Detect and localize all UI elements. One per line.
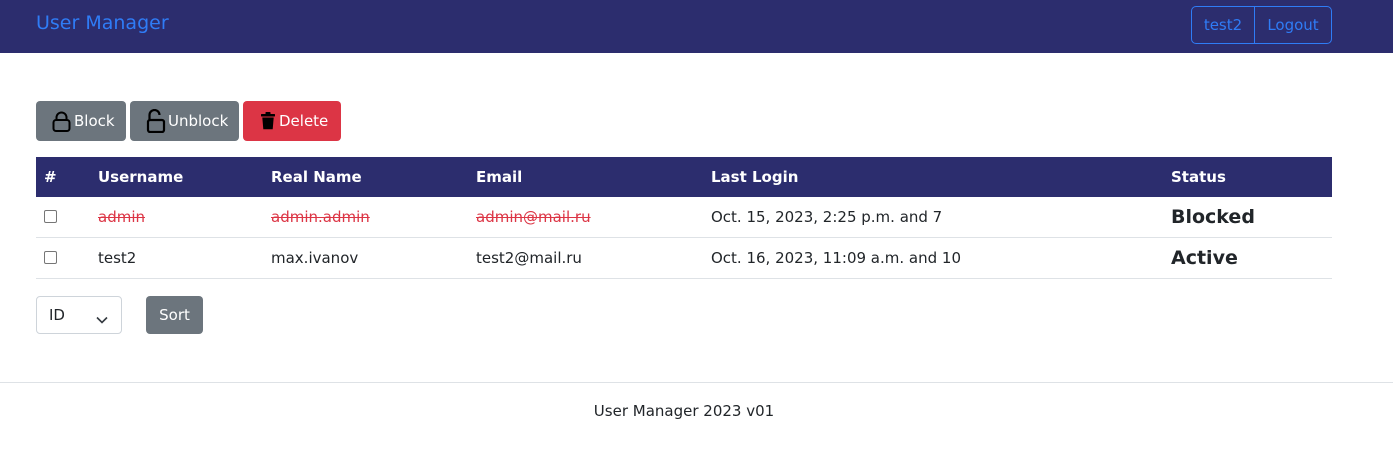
footer-divider [0,382,1393,383]
current-user-button[interactable]: test2 [1192,7,1255,43]
status-cell: Active [1171,247,1238,269]
trash-icon [260,112,279,130]
table-header: # Username Real Name Email Last Login St… [36,157,1332,197]
unlock-icon [146,109,168,133]
username-cell: test2 [98,249,137,267]
username-cell: admin [98,208,145,226]
email-cell: admin@mail.ru [476,208,591,226]
header-real-name: Real Name [271,168,362,186]
status-cell: Blocked [1171,206,1255,228]
header-last-login: Last Login [711,168,799,186]
unblock-button[interactable]: Unblock [130,101,239,141]
brand-link[interactable]: User Manager [36,12,169,34]
sort-selected-value: ID [49,306,65,324]
header-email: Email [476,168,523,186]
block-button[interactable]: Block [36,101,126,141]
block-label: Block [74,112,115,130]
real-name-cell: max.ivanov [271,249,359,267]
sort-button[interactable]: Sort [146,296,203,334]
last-login-cell: Oct. 16, 2023, 11:09 a.m. and 10 [711,249,961,267]
delete-button[interactable]: Delete [243,101,341,141]
user-button-group: test2 Logout [1191,6,1332,44]
lock-icon [52,111,74,132]
header-username: Username [98,168,184,186]
row-checkbox[interactable] [44,250,57,264]
header-status: Status [1171,168,1226,186]
sort-field-select[interactable]: ID [36,296,122,334]
real-name-cell: admin.admin [271,208,370,226]
delete-label: Delete [279,112,329,130]
email-cell: test2@mail.ru [476,249,582,267]
header-num: # [44,168,57,186]
last-login-cell: Oct. 15, 2023, 2:25 p.m. and 7 [711,208,943,226]
chevron-down-icon [96,310,108,328]
footer-text: User Manager 2023 v01 [593,402,775,420]
row-checkbox[interactable] [44,209,57,223]
table-row: admin admin.admin admin@mail.ru Oct. 15,… [36,197,1332,238]
unblock-label: Unblock [168,112,229,130]
table-row: test2 max.ivanov test2@mail.ru Oct. 16, … [36,238,1332,279]
users-table: # Username Real Name Email Last Login St… [36,157,1332,279]
navbar: User Manager test2 Logout [0,0,1393,53]
logout-button[interactable]: Logout [1255,7,1331,43]
